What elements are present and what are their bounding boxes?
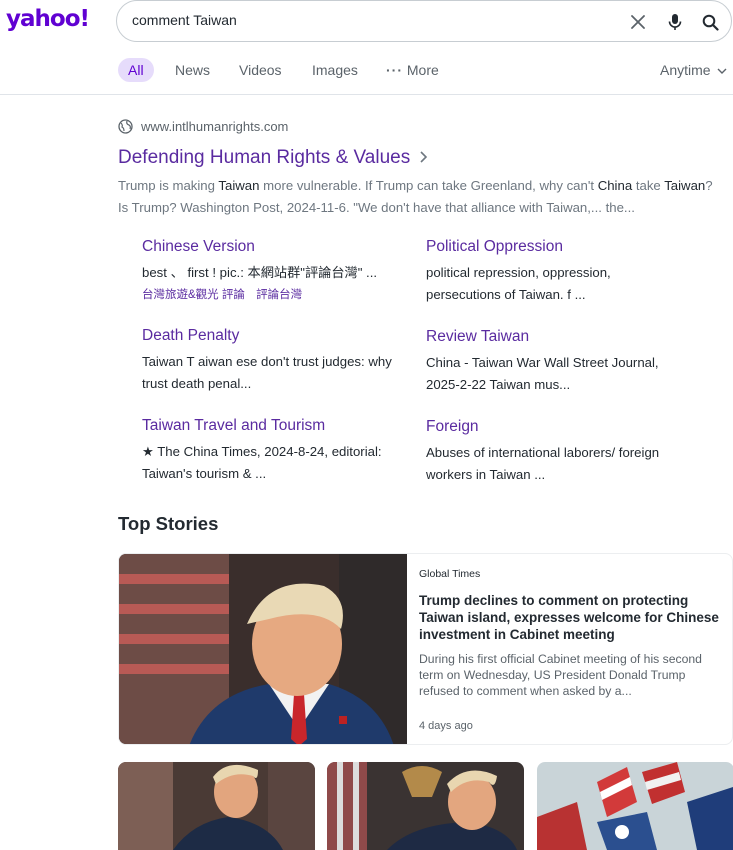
- tab-news[interactable]: News: [175, 58, 210, 82]
- top-story-card[interactable]: Global Times Trump declines to comment o…: [118, 553, 733, 745]
- sitelink-title[interactable]: Death Penalty: [142, 327, 412, 345]
- snippet-text: Trump is making: [118, 178, 219, 193]
- sitelink-death-penalty: Death Penalty Taiwan T aiwan ese don't t…: [142, 327, 412, 395]
- time-filter-dropdown[interactable]: Anytime: [660, 58, 727, 82]
- sitelink-title[interactable]: Foreign: [426, 418, 696, 436]
- sitelink-desc: best 、 first ! pic.: 本網站群"評論台灣" ...: [142, 265, 378, 280]
- tab-more[interactable]: ··· More: [386, 58, 439, 82]
- sitelink-extra-links: 台灣旅遊&觀光 評論 評論台灣: [142, 286, 412, 302]
- sitelink-title[interactable]: Taiwan Travel and Tourism: [142, 417, 412, 435]
- clear-icon[interactable]: [627, 11, 649, 33]
- search-input[interactable]: [132, 12, 602, 28]
- story-thumbnail[interactable]: [537, 762, 733, 850]
- chevron-right-icon: [420, 151, 428, 163]
- result-title: Defending Human Rights & Values: [118, 147, 411, 168]
- story-timestamp: 4 days ago: [419, 720, 473, 732]
- header: yahoo! All News Videos Images ··· More A…: [0, 0, 733, 95]
- sitelink-review-taiwan: Review Taiwan China - Taiwan War Wall St…: [426, 328, 696, 396]
- sitelink-sub-link[interactable]: 評論台灣: [256, 289, 302, 301]
- search-tabs: All News Videos Images ··· More Anytime: [118, 58, 733, 84]
- story-source: Global Times: [419, 568, 481, 580]
- sitelink-chinese-version: Chinese Version best 、 first ! pic.: 本網站…: [142, 238, 412, 302]
- tab-all[interactable]: All: [118, 58, 154, 82]
- globe-icon: [118, 118, 133, 134]
- snippet-text: take: [632, 178, 665, 193]
- story-headline[interactable]: Trump declines to comment on protecting …: [419, 592, 719, 643]
- sitelink-desc: ★ The China Times, 2024-8-24, editorial:…: [142, 444, 382, 481]
- snippet-highlight: Taiwan: [664, 178, 706, 193]
- time-filter-label: Anytime: [660, 62, 711, 78]
- result-snippet: Trump is making Taiwan more vulnerable. …: [118, 175, 718, 219]
- sitelink-political-oppression: Political Oppression political repressio…: [426, 238, 696, 306]
- snippet-text: more vulnerable. If Trump can take Green…: [259, 178, 598, 193]
- sitelink-desc: political repression, oppression, persec…: [426, 265, 611, 302]
- story-thumbnail[interactable]: [118, 762, 315, 850]
- microphone-icon[interactable]: [664, 11, 686, 33]
- story-image: [119, 554, 407, 744]
- sitelink-title[interactable]: Political Oppression: [426, 238, 696, 256]
- sitelink-sub-link[interactable]: 台灣旅遊&觀光 評論: [142, 289, 245, 301]
- result-source[interactable]: www.intlhumanrights.com: [118, 117, 718, 135]
- tab-videos[interactable]: Videos: [239, 58, 282, 82]
- tab-images[interactable]: Images: [312, 58, 358, 82]
- sitelink-desc: China - Taiwan War Wall Street Journal, …: [426, 355, 659, 392]
- chevron-down-icon: [717, 68, 727, 74]
- sitelink-title[interactable]: Chinese Version: [142, 238, 412, 256]
- result-domain: www.intlhumanrights.com: [141, 118, 289, 134]
- result-title-link[interactable]: Defending Human Rights & Values: [118, 147, 428, 169]
- story-summary: During his first official Cabinet meetin…: [419, 652, 702, 698]
- snippet-highlight: China: [597, 178, 633, 193]
- search-box: [116, 0, 732, 42]
- more-dots-icon: ···: [386, 62, 403, 78]
- sitelink-desc: Taiwan T aiwan ese don't trust judges: w…: [142, 354, 392, 391]
- search-result: www.intlhumanrights.com Defending Human …: [118, 117, 718, 216]
- sitelink-foreign: Foreign Abuses of international laborers…: [426, 418, 696, 486]
- sitelink-taiwan-travel: Taiwan Travel and Tourism ★ The China Ti…: [142, 417, 412, 485]
- search-icon[interactable]: [699, 11, 721, 33]
- story-thumbnail[interactable]: [327, 762, 524, 850]
- snippet-highlight: Taiwan: [218, 178, 260, 193]
- sitelink-title[interactable]: Review Taiwan: [426, 328, 696, 346]
- sitelink-desc: Abuses of international laborers/ foreig…: [426, 445, 660, 482]
- tab-more-label: More: [406, 62, 439, 78]
- story-text: Global Times Trump declines to comment o…: [419, 568, 719, 699]
- top-stories-heading: Top Stories: [118, 513, 219, 534]
- yahoo-logo[interactable]: yahoo!: [6, 6, 90, 32]
